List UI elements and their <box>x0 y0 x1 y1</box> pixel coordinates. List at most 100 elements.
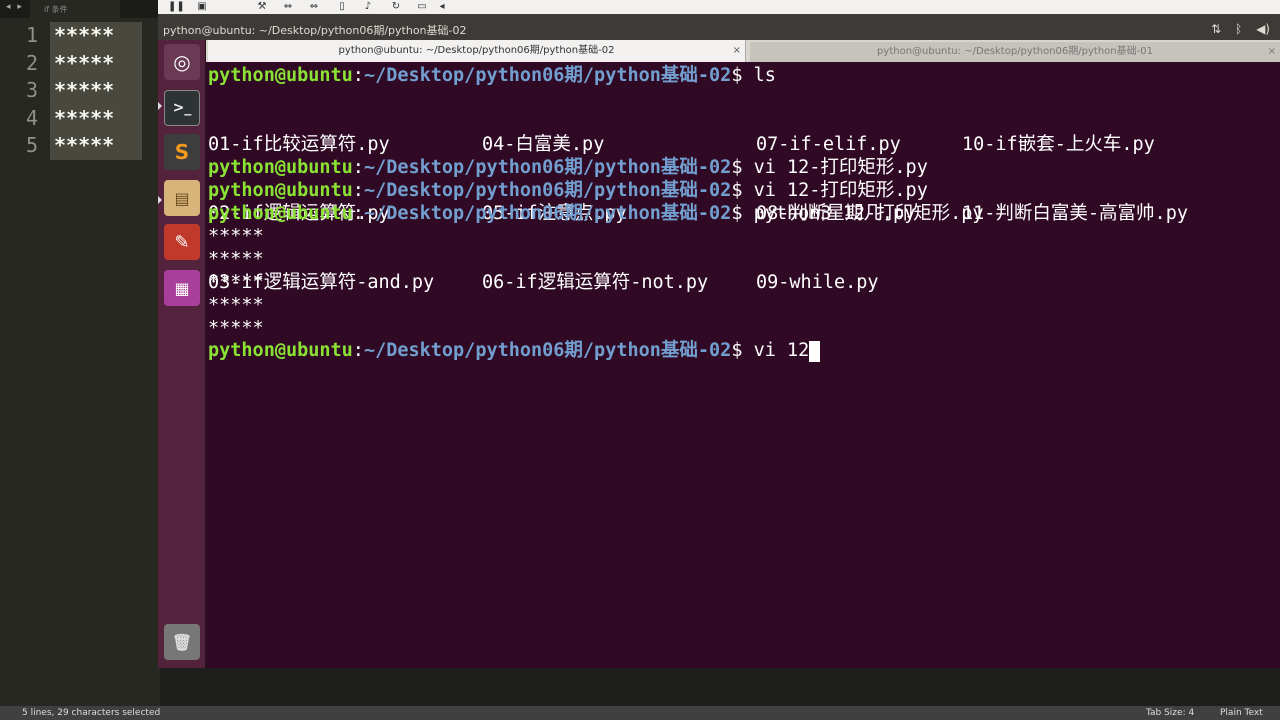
command-text: python3 12-打印矩形.py <box>753 203 984 224</box>
disk-icon[interactable]: ▯ <box>336 1 348 13</box>
workspace-switcher-icon[interactable]: ▦ <box>164 270 200 306</box>
terminal-tab-inactive[interactable]: python@ubuntu: ~/Desktop/python06期/pytho… <box>750 42 1280 62</box>
line-number: 3 <box>25 78 38 102</box>
line-number: 4 <box>25 105 38 130</box>
prompt-end: $ <box>731 203 754 224</box>
file-entry: 01-if比较运算符.py <box>208 134 390 155</box>
prompt-user: python@ubuntu <box>208 157 353 178</box>
terminal-output[interactable]: python@ubuntu:~/Desktop/python06期/python… <box>208 64 1278 664</box>
code-line[interactable]: ***** <box>50 77 142 105</box>
prompt-path: ~/Desktop/python06期/python基础-02 <box>363 340 732 361</box>
background-editor: ◂ ▸ if 条件 1 2 3 4 5 ***** ***** ***** **… <box>0 0 160 708</box>
settings-icon[interactable]: ⚒ <box>256 1 268 13</box>
file-entry: 06-if逻辑运算符-not.py <box>482 272 709 293</box>
line-number: 2 <box>25 50 38 75</box>
close-icon[interactable]: × <box>1268 42 1276 62</box>
command-text: vi 12-打印矩形.py <box>753 157 928 178</box>
tab-label: python@ubuntu: ~/Desktop/python06期/pytho… <box>338 45 615 56</box>
editor-statusbar: 5 lines, 29 characters selected Tab Size… <box>0 706 1280 720</box>
vm-window: ❚❚ ▣ ⚒ ⇔ ⇔ ▯ ♪ ↻ ▭ ◂ python@ubuntu: ~/De… <box>158 0 1280 668</box>
running-indicator <box>158 196 162 204</box>
tab-size-selector[interactable]: Tab Size: 4 <box>1146 708 1194 718</box>
selection-status: 5 lines, 29 characters selected <box>22 708 161 718</box>
prompt-user: python@ubuntu <box>208 65 353 86</box>
code-line[interactable]: ***** <box>50 50 142 78</box>
system-settings-icon[interactable]: ✎ <box>164 224 200 260</box>
text-cursor <box>809 340 821 362</box>
command-line: python@ubuntu:~/Desktop/python06期/python… <box>208 202 984 225</box>
command-text: vi 12-打印矩形.py <box>753 180 928 201</box>
output-line: ***** <box>208 226 264 247</box>
dash-home-icon[interactable]: ◎ <box>164 44 200 80</box>
output-line: ***** <box>208 295 264 316</box>
prompt-separator: : <box>352 65 364 86</box>
file-manager-icon[interactable]: ▤ <box>164 180 200 216</box>
line-number: 1 <box>25 23 38 47</box>
line-number: 5 <box>25 133 38 157</box>
current-command-line[interactable]: python@ubuntu:~/Desktop/python06期/python… <box>208 339 821 362</box>
vm-toolbar: ❚❚ ▣ ⚒ ⇔ ⇔ ▯ ♪ ↻ ▭ ◂ <box>158 0 1280 14</box>
sublime-text-icon[interactable]: S <box>164 134 200 170</box>
prompt-path: ~/Desktop/python06期/python基础-02 <box>363 65 732 86</box>
terminal-tab-active[interactable]: python@ubuntu: ~/Desktop/python06期/pytho… <box>208 40 746 62</box>
tab-label: python@ubuntu: ~/Desktop/python06期/pytho… <box>877 46 1153 57</box>
usb-icon[interactable]: ⇔ <box>308 1 320 13</box>
prompt-end: $ <box>731 65 754 86</box>
file-entry: 07-if-elif.py <box>756 134 901 155</box>
close-icon[interactable]: × <box>733 40 741 62</box>
file-entry: 11-判断白富美-高富帅.py <box>962 203 1188 224</box>
pause-icon[interactable]: ❚❚ <box>168 1 185 13</box>
volume-icon[interactable]: ◀) <box>1256 22 1270 36</box>
unity-launcher: ◎ >_ S ▤ ✎ ▦ 🗑 <box>158 40 206 668</box>
sound-icon[interactable]: ♪ <box>362 1 374 13</box>
output-line: ***** <box>208 249 264 270</box>
terminal-window[interactable]: python@ubuntu: ~/Desktop/python06期/pytho… <box>206 40 1280 668</box>
bluetooth-icon[interactable]: ᛒ <box>1235 22 1242 36</box>
prompt-separator: : <box>352 180 364 201</box>
editor-tabbar: ◂ ▸ if 条件 <box>0 0 160 18</box>
command-line: python@ubuntu:~/Desktop/python06期/python… <box>208 64 776 87</box>
system-tray: ⇅ ᛒ ◀) <box>1211 22 1280 36</box>
running-indicator <box>158 102 162 110</box>
prompt-user: python@ubuntu <box>208 180 353 201</box>
tab-nav-arrows[interactable]: ◂ ▸ <box>6 2 24 12</box>
prompt-separator: : <box>352 157 364 178</box>
network-tray-icon[interactable]: ⇅ <box>1211 22 1221 36</box>
prompt-end: $ <box>731 180 754 201</box>
trash-icon[interactable]: 🗑 <box>164 624 200 660</box>
prompt-path: ~/Desktop/python06期/python基础-02 <box>363 157 732 178</box>
prompt-end: $ <box>731 340 754 361</box>
prompt-user: python@ubuntu <box>208 203 353 224</box>
folder-icon[interactable]: ▭ <box>416 1 428 13</box>
collapse-icon[interactable]: ◂ <box>436 1 448 13</box>
code-line[interactable]: ***** <box>50 22 142 50</box>
code-line[interactable]: ***** <box>50 105 142 133</box>
terminal-icon[interactable]: >_ <box>164 90 200 126</box>
editor-tab[interactable]: if 条件 <box>30 0 120 18</box>
refresh-icon[interactable]: ↻ <box>390 1 402 13</box>
ubuntu-top-panel: python@ubuntu: ~/Desktop/python06期/pytho… <box>158 18 1280 40</box>
prompt-separator: : <box>352 203 364 224</box>
file-entry: 10-if嵌套-上火车.py <box>962 134 1155 155</box>
terminal-tabbar: python@ubuntu: ~/Desktop/python06期/pytho… <box>206 40 1280 62</box>
file-entry: 04-白富美.py <box>482 134 605 155</box>
prompt-user: python@ubuntu <box>208 340 353 361</box>
output-line: ***** <box>208 318 264 339</box>
command-input[interactable]: vi 12 <box>754 340 810 361</box>
file-entry: 09-while.py <box>756 272 879 293</box>
command-line: python@ubuntu:~/Desktop/python06期/python… <box>208 156 928 179</box>
code-area[interactable]: ***** ***** ***** ***** ***** <box>50 22 142 160</box>
prompt-separator: : <box>352 340 364 361</box>
prompt-path: ~/Desktop/python06期/python基础-02 <box>363 203 732 224</box>
command-line: python@ubuntu:~/Desktop/python06期/python… <box>208 179 928 202</box>
prompt-end: $ <box>731 157 754 178</box>
ls-column: 10-if嵌套-上火车.py 11-判断白富美-高富帅.py <box>962 87 1188 271</box>
prompt-path: ~/Desktop/python06期/python基础-02 <box>363 180 732 201</box>
syntax-selector[interactable]: Plain Text <box>1220 708 1263 718</box>
snapshot-icon[interactable]: ▣ <box>196 1 208 13</box>
network-icon[interactable]: ⇔ <box>282 1 294 13</box>
command-text: ls <box>753 65 776 86</box>
window-title: python@ubuntu: ~/Desktop/python06期/pytho… <box>163 24 467 37</box>
code-line[interactable]: ***** <box>50 132 142 160</box>
line-number-gutter: 1 2 3 4 5 <box>0 22 48 160</box>
